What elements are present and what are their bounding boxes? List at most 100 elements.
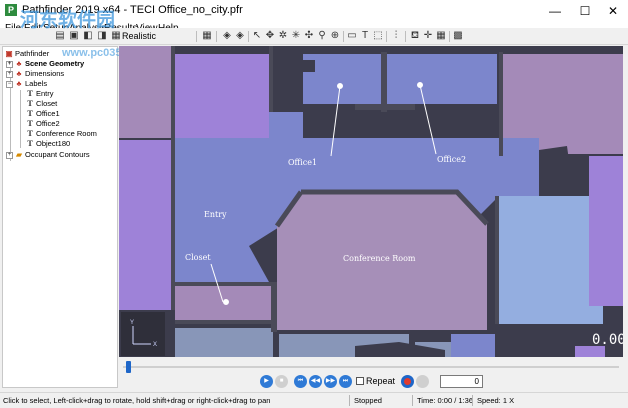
wall — [175, 282, 271, 286]
toolbar-separator — [216, 31, 217, 42]
maximize-button[interactable]: ☐ — [570, 0, 600, 22]
tree-item-scene-geometry[interactable]: + ♣ Scene Geometry — [6, 59, 84, 69]
tree-item-closet[interactable]: T Closet — [26, 99, 57, 109]
text-label-icon: T — [27, 109, 33, 118]
skip-back-icon[interactable]: ⏮ — [294, 375, 307, 388]
tree-item-label: Occupant Contours — [25, 150, 90, 159]
video-icon[interactable]: ▩ — [452, 30, 464, 42]
zoom-extents-icon[interactable]: ⬚ — [372, 30, 384, 42]
skip-forward-icon[interactable]: ⏭ — [339, 375, 352, 388]
text-label-icon: T — [27, 89, 33, 98]
wall — [271, 282, 277, 332]
office1-pointer-dot — [337, 83, 343, 89]
minimize-button[interactable]: — — [540, 0, 570, 22]
tree-item-dimensions[interactable]: + ♣ Dimensions — [6, 69, 64, 79]
tree-item-label: Conference Room — [36, 129, 97, 138]
wall — [381, 52, 387, 112]
status-speed: Speed: 1 X — [477, 396, 515, 405]
scene-icon: ♣ — [16, 79, 22, 88]
status-state: Stopped — [354, 396, 382, 405]
tree-item-office2[interactable]: T Office2 — [26, 119, 59, 129]
room-closet — [175, 286, 271, 320]
expand-icon[interactable]: + — [6, 151, 13, 159]
3d-viewport[interactable]: Y X Office1 Office2 Entry Closet Confere… — [119, 46, 623, 357]
expand-icon[interactable]: + — [6, 60, 13, 68]
record-stop-icon[interactable] — [416, 375, 429, 388]
toolbar-separator — [405, 31, 406, 42]
room-far-right — [589, 156, 623, 306]
label-office1: Office1 — [288, 158, 318, 167]
measure-icon[interactable]: ▭ — [346, 30, 358, 42]
room-hall-connector — [269, 112, 303, 138]
wall — [499, 52, 503, 156]
repeat-label: Repeat — [366, 376, 396, 386]
label-entry: Entry — [204, 210, 227, 219]
tree-root[interactable]: ▣ Pathfinder — [5, 49, 49, 59]
wall — [355, 104, 415, 110]
closet-pointer-dot — [223, 299, 229, 305]
scene-icon: ♣ — [16, 69, 22, 78]
select-arrow-icon[interactable]: ↖ — [251, 30, 263, 42]
camera-icon[interactable]: ▦ — [435, 30, 447, 42]
room-bottom-right — [451, 334, 495, 357]
step-forward-icon[interactable]: ▶▶ — [324, 375, 337, 388]
room-top-left — [119, 46, 171, 138]
tree-item-occupant-contours[interactable]: + ▰ Occupant Contours — [6, 150, 90, 160]
tree-item-office1[interactable]: T Office1 — [26, 109, 59, 119]
crosshair-icon[interactable]: ✛ — [422, 30, 434, 42]
grid-icon[interactable]: ▦ — [201, 30, 213, 42]
walls-icon[interactable]: ◈ — [221, 30, 233, 42]
frame-input[interactable]: 0 — [440, 375, 483, 388]
align-icon[interactable]: ⫶ — [390, 30, 402, 42]
fly-icon[interactable]: ✳ — [290, 30, 302, 42]
wall — [269, 46, 273, 112]
roam-icon[interactable]: ✲ — [277, 30, 289, 42]
occupant-contours-icon: ▰ — [16, 150, 22, 159]
room-top-left-purple — [175, 54, 269, 138]
tree-item-conference-room[interactable]: T Conference Room — [26, 129, 97, 139]
timeline-slider[interactable] — [119, 359, 623, 373]
collapse-icon[interactable]: − — [6, 80, 13, 88]
step-back-icon[interactable]: ◀◀ — [309, 375, 322, 388]
tree-guide-line — [20, 90, 21, 148]
record-icon[interactable] — [401, 375, 414, 388]
zoom-icon[interactable]: ⚲ — [316, 30, 328, 42]
tree-item-label: Scene Geometry — [25, 59, 85, 68]
timeline-track[interactable] — [123, 366, 619, 368]
render-mode-label[interactable]: Realistic — [122, 30, 156, 42]
office2-pointer-dot — [417, 82, 423, 88]
timeline-thumb[interactable] — [126, 361, 131, 373]
paint-bucket-icon[interactable]: ⛾ — [409, 30, 421, 42]
transparency-icon[interactable]: ◈ — [234, 30, 246, 42]
floor-plan[interactable]: Y X — [119, 46, 623, 357]
close-button[interactable]: ✕ — [598, 0, 628, 22]
toolbar-separator — [343, 31, 344, 42]
axis-triad: Y X — [121, 312, 165, 356]
watermark-text: 河东软件园 — [20, 9, 116, 31]
expand-icon[interactable]: + — [6, 70, 13, 78]
viewport-time-display: 0.00 — [592, 332, 623, 348]
axis-x-label: X — [153, 342, 157, 348]
tree-item-object180[interactable]: T Object180 — [26, 139, 70, 149]
repeat-checkbox[interactable] — [356, 377, 364, 385]
axis-triad-background — [121, 312, 165, 356]
orbit-icon[interactable]: ✥ — [264, 30, 276, 42]
text-label-icon: T — [27, 139, 33, 148]
tree-item-label: Object180 — [36, 139, 71, 148]
tree-item-entry[interactable]: T Entry — [26, 89, 54, 99]
tree-item-labels[interactable]: − ♣ Labels — [6, 79, 47, 89]
room-office2 — [387, 54, 497, 104]
tree-item-label: Entry — [36, 89, 54, 98]
tree-item-label: Dimensions — [25, 69, 65, 78]
pan-icon[interactable]: ✣ — [303, 30, 315, 42]
playback-controls: ▶ ■ ⏮ ◀◀ ▶▶ ⏭ Repeat 0 — [119, 374, 623, 390]
zoom-box-icon[interactable]: ⊕ — [329, 30, 341, 42]
status-time: Time: 0:00 / 1:36 — [417, 396, 474, 405]
text-tool-icon[interactable]: T — [359, 30, 371, 42]
status-divider — [349, 395, 350, 406]
stop-icon[interactable]: ■ — [275, 375, 288, 388]
play-icon[interactable]: ▶ — [260, 375, 273, 388]
furniture — [303, 60, 315, 72]
wall — [495, 196, 499, 324]
status-bar: Click to select, Left-click+drag to rota… — [0, 392, 628, 408]
